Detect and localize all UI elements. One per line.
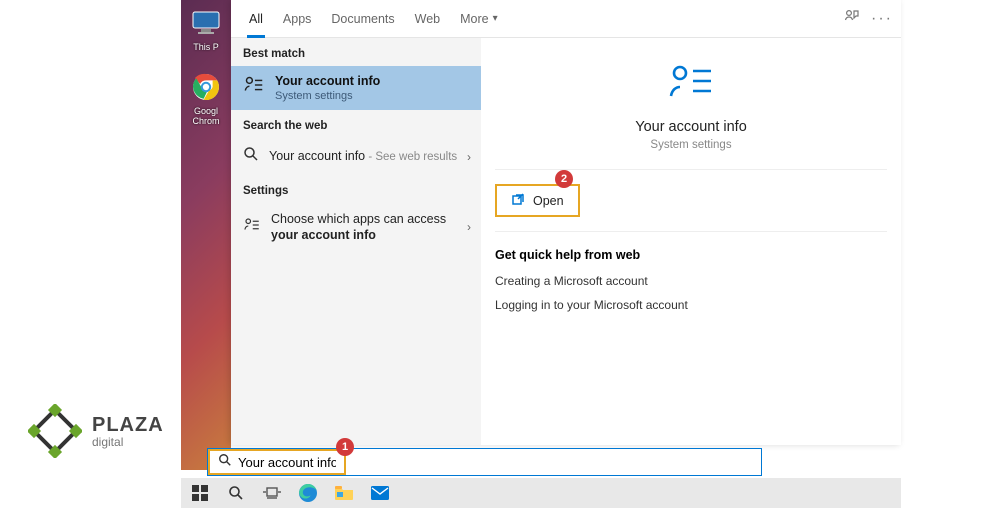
search-icon <box>243 146 259 167</box>
search-query-highlight: 1 <box>208 449 346 475</box>
open-section: 2 Open <box>495 184 887 232</box>
results-column: Best match Your account info System sett… <box>231 38 481 445</box>
open-button[interactable]: Open <box>495 184 580 217</box>
search-tabs: All Apps Documents Web More ▾ ··· <box>231 0 901 38</box>
account-info-icon <box>243 74 265 101</box>
feedback-icon[interactable] <box>843 8 859 29</box>
chevron-right-icon: › <box>467 150 471 164</box>
account-info-icon <box>243 216 261 239</box>
desktop-icon-label: This P <box>193 42 219 52</box>
settings-result-item[interactable]: Choose which apps can access your accoun… <box>231 203 481 252</box>
taskbar-app-explorer[interactable] <box>329 479 359 507</box>
taskbar <box>181 478 901 508</box>
annotation-badge-1: 1 <box>336 438 354 456</box>
section-best-match: Best match <box>231 38 481 66</box>
chevron-down-icon: ▾ <box>493 13 498 24</box>
tab-documents[interactable]: Documents <box>321 0 404 38</box>
detail-subtitle: System settings <box>650 139 731 151</box>
desktop-icon-chrome[interactable]: Googl Chrom <box>184 70 228 126</box>
detail-column: Your account info System settings 2 Open… <box>481 38 901 445</box>
tab-label: Web <box>415 12 440 26</box>
more-options-icon[interactable]: ··· <box>871 10 893 28</box>
section-settings: Settings <box>231 175 481 203</box>
tab-more[interactable]: More ▾ <box>450 0 508 38</box>
panel-body: Best match Your account info System sett… <box>231 38 901 445</box>
best-match-title: Your account info <box>275 74 380 88</box>
brand-name: PLAZA <box>92 414 164 437</box>
desktop-icon-label: Googl Chrom <box>192 106 219 126</box>
task-view-button[interactable] <box>257 479 287 507</box>
brand-logo: PLAZA digital <box>28 404 164 458</box>
annotation-badge-2: 2 <box>555 170 573 188</box>
chrome-icon <box>189 70 223 104</box>
help-link[interactable]: Creating a Microsoft account <box>495 274 887 288</box>
plaza-logo-icon <box>28 404 82 458</box>
help-block: Get quick help from web Creating a Micro… <box>495 248 887 322</box>
tab-web[interactable]: Web <box>405 0 450 38</box>
result-label: Your account info - See web results <box>269 148 457 165</box>
help-title: Get quick help from web <box>495 248 887 262</box>
open-icon <box>511 192 525 209</box>
start-button[interactable] <box>185 479 215 507</box>
tab-label: All <box>249 12 263 26</box>
web-result-item[interactable]: Your account info - See web results › <box>231 138 481 175</box>
search-panel: All Apps Documents Web More ▾ ··· Best ma… <box>231 0 901 445</box>
brand-sub: digital <box>92 435 164 449</box>
chevron-right-icon: › <box>467 220 471 234</box>
open-label: Open <box>533 194 564 208</box>
best-match-item[interactable]: Your account info System settings <box>231 66 481 110</box>
taskbar-search-button[interactable] <box>221 479 251 507</box>
desktop-icon-this-pc[interactable]: This P <box>184 6 228 52</box>
taskbar-app-edge[interactable] <box>293 479 323 507</box>
taskbar-search[interactable]: 1 <box>207 448 762 476</box>
tab-apps[interactable]: Apps <box>273 0 322 38</box>
taskbar-app-mail[interactable] <box>365 479 395 507</box>
best-match-subtitle: System settings <box>275 90 380 102</box>
result-label: Choose which apps can access your accoun… <box>271 211 469 244</box>
tab-label: Documents <box>331 12 394 26</box>
help-link[interactable]: Logging in to your Microsoft account <box>495 298 887 312</box>
tab-label: More <box>460 12 488 26</box>
desktop-wallpaper: This P Googl Chrom <box>181 0 231 470</box>
detail-title: Your account info <box>635 119 747 135</box>
search-input[interactable] <box>238 455 336 470</box>
monitor-icon <box>189 6 223 40</box>
tab-all[interactable]: All <box>239 0 273 38</box>
search-icon <box>218 453 232 472</box>
tab-label: Apps <box>283 12 312 26</box>
detail-header: Your account info System settings <box>495 62 887 170</box>
section-search-web: Search the web <box>231 110 481 138</box>
account-info-icon <box>668 62 714 107</box>
